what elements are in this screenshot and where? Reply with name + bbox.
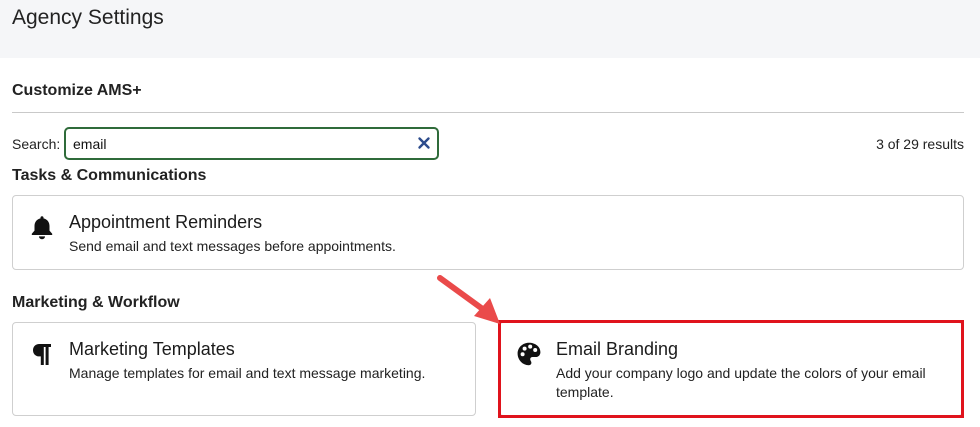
card-description: Manage templates for email and text mess… — [69, 365, 426, 381]
card-description: Add your company logo and update the col… — [556, 365, 926, 400]
section-title: Customize AMS+ — [12, 82, 142, 99]
search-input[interactable] — [73, 129, 403, 158]
section-divider — [12, 112, 964, 113]
group-title-marketing-workflow: Marketing & Workflow — [12, 294, 180, 311]
clear-icon[interactable] — [417, 136, 431, 150]
card-marketing-templates[interactable]: Marketing Templates Manage templates for… — [12, 322, 476, 416]
paragraph-icon — [33, 344, 51, 365]
card-title: Email Branding — [556, 339, 679, 359]
palette-icon — [517, 342, 541, 366]
card-title: Marketing Templates — [69, 339, 235, 359]
results-count: 3 of 29 results — [876, 136, 964, 152]
card-description: Send email and text messages before appo… — [69, 238, 396, 254]
bell-icon — [31, 216, 53, 240]
page-title: Agency Settings — [12, 6, 164, 29]
card-email-branding[interactable]: Email Branding Add your company logo and… — [499, 322, 963, 416]
group-title-tasks-communications: Tasks & Communications — [12, 167, 207, 184]
page-header: Agency Settings — [0, 0, 980, 58]
search-box — [64, 127, 439, 160]
card-appointment-reminders[interactable]: Appointment Reminders Send email and tex… — [12, 195, 964, 270]
search-label: Search: — [12, 136, 61, 152]
card-title: Appointment Reminders — [69, 212, 263, 232]
